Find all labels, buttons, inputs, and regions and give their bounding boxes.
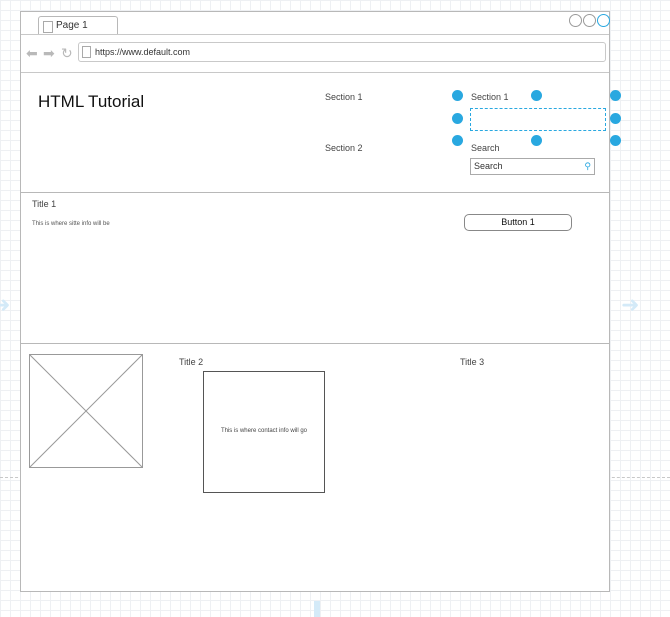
minimize-button[interactable] <box>569 14 582 27</box>
search-label: Search <box>471 143 500 153</box>
resize-handle-nw[interactable] <box>452 90 463 101</box>
browser-window: Page 1 ⬅ ➡ ↻ https://www.default.com HTM… <box>20 11 621 592</box>
resize-handle-w[interactable] <box>452 113 463 124</box>
tab-label: Page 1 <box>56 20 88 31</box>
divider <box>21 343 609 344</box>
contact-info-text: This is where contact info will go <box>220 428 308 434</box>
resize-handle-sw[interactable] <box>452 135 463 146</box>
title-2: Title 2 <box>179 357 204 367</box>
button-1[interactable]: Button 1 <box>464 214 572 231</box>
search-icon[interactable]: ⚲ <box>584 161 591 172</box>
divider <box>21 192 609 193</box>
resize-handle-e[interactable] <box>610 113 621 124</box>
url-field[interactable]: https://www.default.com <box>78 42 606 62</box>
close-button[interactable] <box>597 14 610 27</box>
forward-arrow-icon[interactable]: ➡ <box>43 46 55 60</box>
image-placeholder-icon <box>29 354 143 468</box>
site-info-text: This is where sitte info will be <box>32 221 110 227</box>
right-section-1: Section 1 <box>471 92 509 102</box>
resize-handle-se[interactable] <box>610 135 621 146</box>
back-arrow-icon[interactable]: ⬅ <box>26 46 38 60</box>
page-icon <box>82 46 91 58</box>
title-3: Title 3 <box>460 357 485 367</box>
page-title: HTML Tutorial <box>38 92 145 111</box>
resize-handle-n[interactable] <box>531 90 542 101</box>
canvas-arrow-left-icon: ➜ <box>0 292 11 317</box>
address-bar-row: ⬅ ➡ ↻ https://www.default.com <box>21 35 609 73</box>
search-placeholder: Search <box>474 161 503 171</box>
resize-handle-ne[interactable] <box>610 90 621 101</box>
page-icon <box>43 21 53 33</box>
url-text: https://www.default.com <box>95 47 191 57</box>
nav-section-2[interactable]: Section 2 <box>325 143 363 153</box>
search-input[interactable]: Search ⚲ <box>470 158 595 175</box>
resize-handle-s[interactable] <box>531 135 542 146</box>
nav-section-1[interactable]: Section 1 <box>325 92 363 102</box>
reload-icon[interactable]: ↻ <box>61 46 73 60</box>
contact-box: This is where contact info will go <box>203 371 325 493</box>
canvas-bottom-marker <box>314 601 320 617</box>
browser-tab[interactable]: Page 1 <box>38 16 118 35</box>
selected-element-box[interactable] <box>470 108 606 131</box>
canvas-arrow-right-icon: ➜ <box>621 292 640 317</box>
image-placeholder <box>29 354 143 468</box>
title-1: Title 1 <box>32 199 57 209</box>
maximize-button[interactable] <box>583 14 596 27</box>
